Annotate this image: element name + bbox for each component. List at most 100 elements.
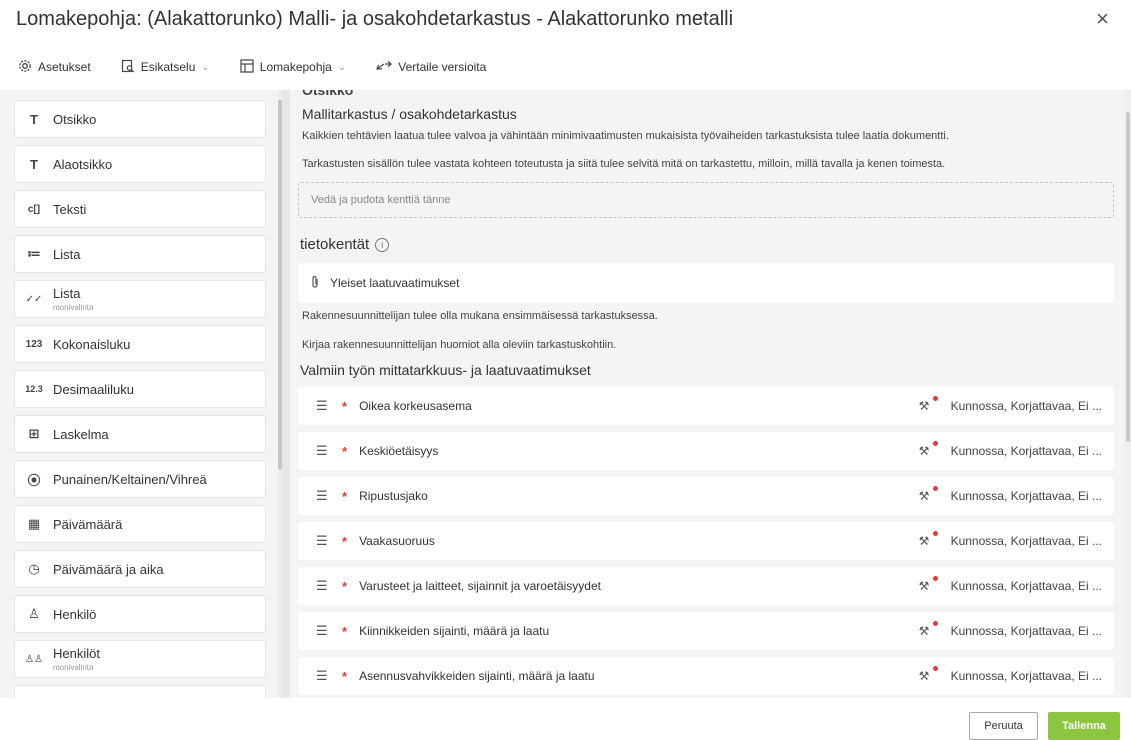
- decimal-icon: 12.3: [25, 384, 43, 394]
- list-icon: ☰: [316, 533, 328, 548]
- compare-label: Vertaile versioita: [398, 60, 487, 74]
- checklist-row[interactable]: ☰ * Vaakasuoruus ⚒ Kunnossa, Korjattavaa…: [298, 522, 1114, 560]
- palette-item-label: Päivämäärä ja aika: [53, 561, 164, 577]
- palette-item-label: Otsikko: [53, 111, 97, 127]
- palette-item-partial[interactable]: [14, 685, 266, 698]
- options-text: Kunnossa, Korjattavaa, Ei ...: [950, 579, 1102, 593]
- palette-item-paivamaara[interactable]: ▦ Päivämäärä: [14, 505, 266, 543]
- wrench-icon[interactable]: ⚒: [919, 621, 938, 638]
- person-icon: ♙: [28, 606, 40, 621]
- palette-item-kokonaisluku[interactable]: 123 Kokonaisluku: [14, 325, 266, 363]
- list-icon: ☰: [316, 443, 328, 458]
- panel-divider: [282, 90, 290, 698]
- calendar-icon: ▦: [27, 516, 41, 531]
- palette-item-teksti[interactable]: c[] Teksti: [14, 190, 266, 228]
- palette-item-alaotsikko[interactable]: T Alaotsikko: [14, 145, 266, 183]
- checklist-row[interactable]: ☰ * Asennusvahvikkeiden sijainti, määrä …: [298, 657, 1114, 695]
- required-asterisk-icon: *: [342, 533, 348, 549]
- checklist-row-label: Oikea korkeusasema: [359, 399, 472, 413]
- checklist-row-label: Vaakasuoruus: [359, 534, 435, 548]
- palette-item-label: Lista: [53, 246, 81, 262]
- palette-item-laskelma[interactable]: ⊞ Laskelma: [14, 415, 266, 453]
- palette-item-label: Kokonaisluku: [53, 336, 131, 352]
- calculator-icon: ⊞: [28, 426, 40, 441]
- info-icon[interactable]: i: [375, 237, 390, 252]
- palette-item-label: Alaotsikko: [53, 156, 113, 172]
- section-title-text: tietokentät: [300, 236, 370, 253]
- note-text: Rakennesuunnittelijan tulee olla mukana …: [302, 310, 658, 322]
- wrench-icon[interactable]: ⚒: [919, 486, 938, 503]
- options-text: Kunnossa, Korjattavaa, Ei ...: [950, 489, 1102, 503]
- template-button[interactable]: Lomakepohja ⌄: [240, 58, 346, 76]
- compare-versions-button[interactable]: Vertaile versioita: [376, 60, 486, 75]
- preview-button[interactable]: Esikatselu ⌄: [121, 59, 210, 76]
- wrench-icon[interactable]: ⚒: [919, 396, 938, 413]
- required-asterisk-icon: *: [342, 668, 348, 684]
- palette-item-label: Päivämäärä: [53, 516, 123, 532]
- palette-item-henkilot[interactable]: ♙♙ Henkilöt monivalinta: [14, 640, 266, 678]
- paperclip-icon: [310, 275, 320, 292]
- subheading-icon: T: [30, 156, 38, 172]
- palette-item-otsikko[interactable]: T Otsikko: [14, 100, 266, 138]
- heading-icon: T: [30, 111, 38, 127]
- traffic-light-icon: ⦿: [27, 472, 41, 488]
- palette-item-label: Teksti: [53, 201, 87, 217]
- palette-item-label: Lista: [53, 286, 81, 301]
- note-text: Kirjaa rakennesuunnittelijan huomiot all…: [302, 339, 617, 351]
- checklist-row[interactable]: ☰ * Kiinnikkeiden sijainti, määrä ja laa…: [298, 612, 1114, 650]
- required-asterisk-icon: *: [342, 578, 348, 594]
- palette-item-label: Henkilö: [53, 606, 97, 622]
- options-text: Kunnossa, Korjattavaa, Ei ...: [950, 624, 1102, 638]
- cancel-button[interactable]: Peruuta: [969, 712, 1038, 740]
- palette-item-traffic-light[interactable]: ⦿ Punainen/Keltainen/Vihreä: [14, 460, 266, 498]
- drop-zone[interactable]: Vedä ja pudota kenttiä tänne: [298, 182, 1114, 218]
- required-asterisk-icon: *: [342, 623, 348, 639]
- palette-item-henkilo[interactable]: ♙ Henkilö: [14, 595, 266, 633]
- checklist-row-label: Kiinnikkeiden sijainti, määrä ja laatu: [359, 624, 550, 638]
- palette-item-desimaaliluku[interactable]: 12.3 Desimaaliluku: [14, 370, 266, 408]
- template-icon: [240, 58, 254, 76]
- checklist-row[interactable]: ☰ * Keskiöetäisyys ⚒ Kunnossa, Korjattav…: [298, 432, 1114, 470]
- canvas-scrollbar-thumb[interactable]: [1126, 112, 1130, 442]
- wrench-icon[interactable]: ⚒: [919, 666, 938, 683]
- wrench-icon[interactable]: ⚒: [919, 531, 938, 548]
- close-icon[interactable]: ×: [1096, 8, 1109, 30]
- wrench-icon[interactable]: ⚒: [919, 441, 938, 458]
- text-field-icon: c[]: [27, 203, 41, 215]
- chevron-down-icon: ⌄: [201, 61, 210, 73]
- options-text: Kunnossa, Korjattavaa, Ei ...: [950, 534, 1102, 548]
- gear-icon: [18, 59, 32, 76]
- options-text: Kunnossa, Korjattavaa, Ei ...: [950, 669, 1102, 683]
- required-asterisk-icon: *: [342, 488, 348, 504]
- template-label: Lomakepohja: [259, 60, 332, 74]
- checklist-row[interactable]: ☰ * Oikea korkeusasema ⚒ Kunnossa, Korja…: [298, 387, 1114, 425]
- settings-button[interactable]: Asetukset: [18, 59, 91, 76]
- dialog-footer: [0, 698, 1131, 740]
- required-asterisk-icon: *: [342, 443, 348, 459]
- checklist-row[interactable]: ☰ * Ripustusjako ⚒ Kunnossa, Korjattavaa…: [298, 477, 1114, 515]
- save-button[interactable]: Tallenna: [1048, 712, 1120, 740]
- list-icon: ☰: [316, 398, 328, 413]
- section-title: tietokentät i: [300, 236, 390, 253]
- wrench-icon[interactable]: ⚒: [919, 576, 938, 593]
- compare-arrows-icon: [376, 60, 393, 75]
- checklist-row-label: Varusteet ja laitteet, sijainnit ja varo…: [359, 579, 601, 593]
- palette-item-paivamaara-aika[interactable]: ◷ Päivämäärä ja aika: [14, 550, 266, 588]
- palette-item-sublabel: monivalinta: [53, 303, 94, 312]
- palette-item-label: Desimaaliluku: [53, 381, 134, 397]
- palette-item-lista[interactable]: ≔ Lista: [14, 235, 266, 273]
- palette-item-label: Laskelma: [53, 426, 109, 442]
- section-description: Tarkastusten sisällön tulee vastata koht…: [302, 158, 946, 170]
- section-title: Mallitarkastus / osakohdetarkastus: [302, 106, 517, 122]
- list-icon: ≔: [27, 246, 41, 261]
- checklist-row-label: Ripustusjako: [359, 489, 428, 503]
- checklist-row-label: Asennusvahvikkeiden sijainti, määrä ja l…: [359, 669, 595, 683]
- palette-item-lista-monivalinta[interactable]: ✓✓ Lista monivalinta: [14, 280, 266, 318]
- checklist-row[interactable]: ☰ * Varusteet ja laitteet, sijainnit ja …: [298, 567, 1114, 605]
- list-icon: ☰: [316, 488, 328, 503]
- people-icon: ♙♙: [25, 653, 43, 665]
- palette-item-sublabel: monivalinta: [53, 663, 94, 672]
- toolbar: Asetukset Esikatselu ⌄ Lomakepohja ⌄ Ver…: [0, 52, 1131, 82]
- list-icon: ☰: [316, 623, 328, 638]
- attachment-row[interactable]: Yleiset laatuvaatimukset: [298, 263, 1114, 303]
